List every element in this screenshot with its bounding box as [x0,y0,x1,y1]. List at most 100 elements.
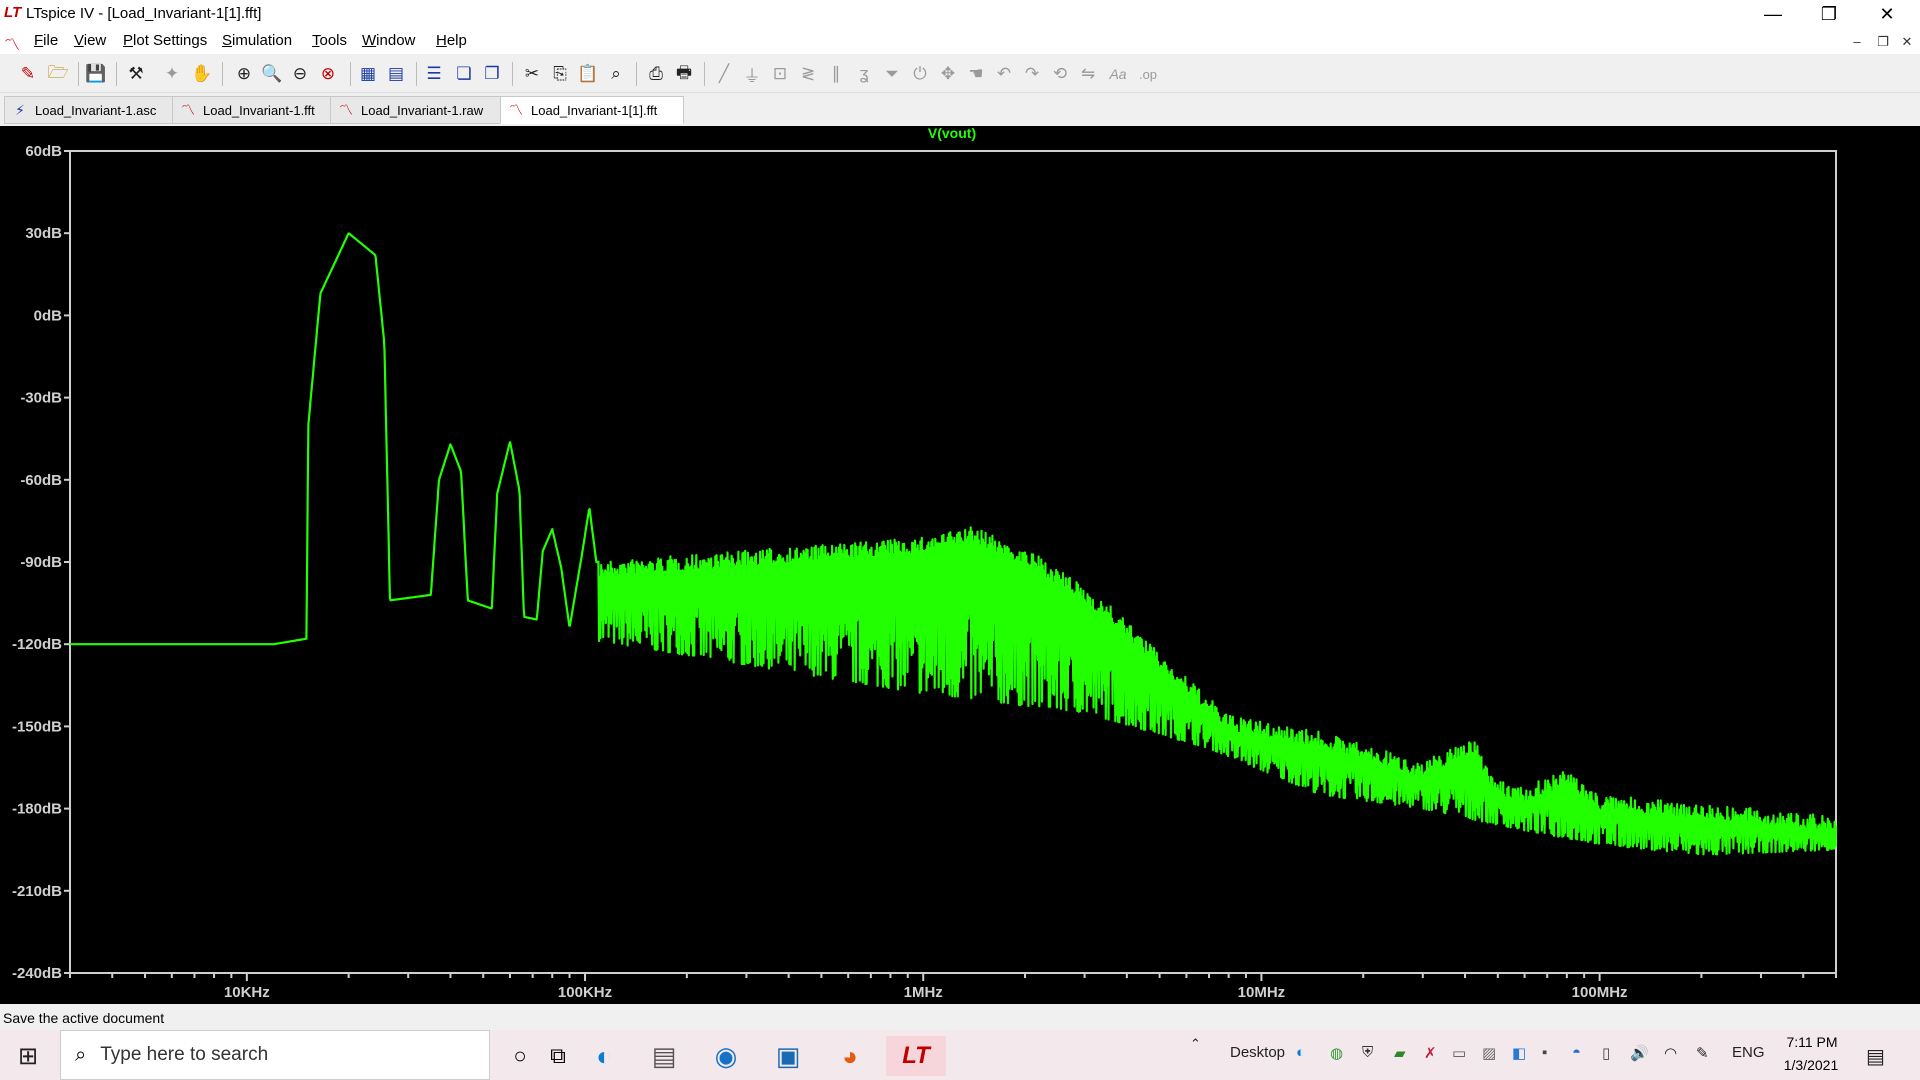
app-icon[interactable]: ◉ [704,1036,748,1076]
inductor-icon[interactable]: ʓ [852,62,876,86]
menu-tools[interactable]: Tools [312,32,347,49]
nvidia-tray-icon[interactable]: ▰ [1394,1044,1406,1062]
pan-hand-icon[interactable]: ✋ [190,62,214,86]
tab-label: Load_Invariant-1.asc [35,102,157,118]
capacitor-icon[interactable]: ∥ [824,62,848,86]
fft-plot[interactable]: V(vout) 60dB 30dB 0dB -30dB -60dB -90dB -120dB… [0,126,1920,1004]
sync-tray-icon[interactable]: ◍ [1330,1044,1343,1062]
document-icon[interactable]: 〽 [4,31,24,54]
menu-file[interactable]: File [34,32,58,49]
autorange-icon[interactable]: ▦ [356,62,380,86]
task-view-icon[interactable]: ⧉ [536,1036,580,1076]
zoom-cancel-icon[interactable]: ⊗ [316,62,340,86]
clock-date[interactable]: 1/3/2021 [1776,1057,1846,1073]
tab-load-invariant-raw[interactable]: 〽 Load_Invariant-1.raw [330,96,508,124]
tab-label: Load_Invariant-1[1].fft [531,102,658,118]
firefox-icon[interactable]: ◕ [828,1036,872,1076]
menu-simulation[interactable]: Simulation [222,32,292,49]
x-axis: 10KHz 100KHz 1MHz 10MHz 100MHz [69,973,1837,1001]
input-language-indicator[interactable]: ENG [1732,1044,1765,1061]
text-icon[interactable]: Aa [1106,62,1130,86]
minimize-button[interactable]: — [1744,0,1802,28]
edge-tray-icon[interactable]: ◐ [1296,1044,1305,1061]
y-tick-label: -30dB [20,390,62,407]
battery-tray-icon[interactable]: ▯ [1602,1044,1610,1062]
zoom-in-icon[interactable]: ⊕ [232,62,256,86]
taskbar-search-box[interactable]: ⌕ Type here to search [60,1030,490,1080]
control-panel-icon[interactable]: ⚒ [124,62,148,86]
security-tray-icon[interactable]: ⛨ [1362,1044,1373,1061]
menu-help[interactable]: Help [436,32,467,49]
notifications-icon[interactable]: ▤ [1866,1044,1885,1069]
usb-tray-icon[interactable]: ▪ [1542,1044,1547,1061]
y-tick-label: -90dB [20,554,62,571]
paste-icon[interactable]: 📋 [576,62,600,86]
photos-icon[interactable]: ▣ [766,1036,810,1076]
new-schematic-icon[interactable]: ✎ [16,62,40,86]
diode-icon[interactable]: ⏷ [880,62,904,86]
show-hidden-icons-icon[interactable]: ⌃ [1190,1036,1201,1052]
mdi-minimize-button[interactable]: – [1848,34,1866,52]
move-icon[interactable]: ✥ [936,62,960,86]
edge-browser-icon[interactable]: ◐ [582,1036,626,1076]
fft-icon[interactable]: ▤ [384,62,408,86]
rotate-icon[interactable]: ⟲ [1048,62,1072,86]
menu-view[interactable]: View [74,32,106,49]
save-icon[interactable]: 💾 [84,62,108,86]
display-tray-icon[interactable]: ▭ [1452,1044,1466,1062]
undo-icon[interactable]: ↶ [992,62,1016,86]
tile-horizontal-icon[interactable]: ☰ [422,62,446,86]
print-icon[interactable]: 🖶 [672,62,696,86]
y-tick-label: 0dB [34,307,63,324]
mdi-close-button[interactable]: ✕ [1898,34,1916,52]
spice-directive-icon[interactable]: .op [1136,62,1160,86]
tab-load-invariant-fft[interactable]: 〽 Load_Invariant-1.fft [172,96,338,124]
y-tick-label: -60dB [20,472,62,489]
print-setup-icon[interactable]: ⎙ [644,62,668,86]
cloud-tray-icon[interactable]: ◓ [1572,1044,1581,1061]
y-axis: 60dB 30dB 0dB -30dB -60dB -90dB -120dB -150dB -1… [12,143,70,982]
trace-title[interactable]: V(vout) [928,126,976,141]
cascade-icon[interactable]: ❏ [452,62,476,86]
ground-icon[interactable]: ⏚ [740,62,764,86]
menu-plot-settings[interactable]: Plot Settings [123,32,207,49]
close-button[interactable]: ✕ [1858,0,1916,28]
open-folder-icon[interactable]: 🗁 [46,62,70,86]
volume-icon[interactable]: 🔊 [1630,1044,1649,1062]
ltspice-logo-icon: LT [4,4,22,21]
desktop-toolbar-label[interactable]: Desktop [1230,1044,1285,1061]
menu-window[interactable]: Window [362,32,415,49]
notes-tray-icon[interactable]: ◧ [1512,1044,1526,1062]
y-tick-label: -210dB [12,883,62,900]
copy-icon[interactable]: ⎘ [548,62,572,86]
wifi-icon[interactable]: ◠ [1664,1044,1677,1062]
resistor-icon[interactable]: ≷ [796,62,820,86]
tile-vertical-icon[interactable]: ❐ [480,62,504,86]
zoom-area-icon[interactable]: 🔍 [260,62,284,86]
find-icon[interactable]: ⌕ [604,62,628,86]
pen-icon[interactable]: ✎ [1696,1044,1709,1062]
windows-start-icon[interactable]: ⊞ [6,1036,50,1076]
y-tick-label: 30dB [25,225,62,242]
zoom-out-icon[interactable]: ⊖ [288,62,312,86]
clock-time[interactable]: 7:11 PM [1782,1034,1842,1050]
draw-wire-icon[interactable]: ╱ [712,62,736,86]
label-net-icon[interactable]: ⊡ [768,62,792,86]
toolbar-separator [78,62,79,86]
network-drive-tray-icon[interactable]: ▨ [1482,1044,1496,1062]
file-explorer-icon[interactable]: ▤ [642,1036,686,1076]
antivirus-tray-icon[interactable]: ✗ [1424,1044,1437,1062]
mirror-icon[interactable]: ⇋ [1076,62,1100,86]
run-icon[interactable]: ✦ [160,62,184,86]
trace-v-vout [69,232,1838,856]
redo-icon[interactable]: ↷ [1020,62,1044,86]
cut-icon[interactable]: ✂ [520,62,544,86]
search-placeholder: Type here to search [100,1044,269,1065]
drag-icon[interactable]: ☚ [964,62,988,86]
ltspice-taskbar-icon[interactable]: LT [886,1036,946,1076]
restore-button[interactable]: ❐ [1800,0,1858,28]
mdi-restore-button[interactable]: ❐ [1874,34,1892,52]
tab-load-invariant-1-fft[interactable]: 〽 Load_Invariant-1[1].fft [500,96,684,124]
component-icon[interactable]: ⏻ [908,62,932,86]
tab-load-invariant-asc[interactable]: ⚡ Load_Invariant-1.asc [4,96,176,124]
